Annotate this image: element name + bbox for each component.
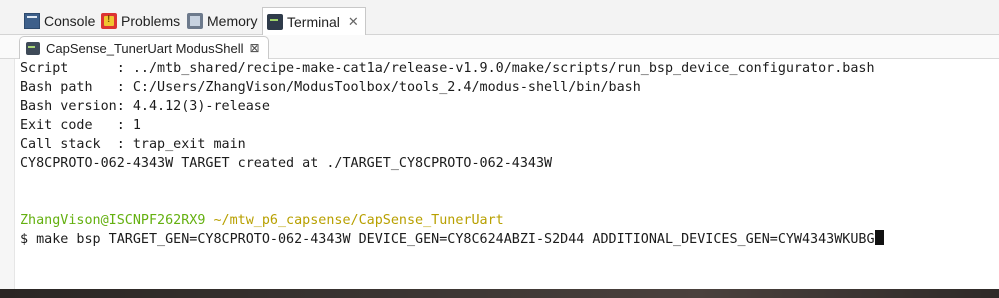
problems-icon xyxy=(101,13,117,29)
terminal-line: CY8CPROTO-062-4343W TARGET created at ./… xyxy=(20,156,553,171)
prompt-path: ~/mtw_p6_capsense/CapSense_TunerUart xyxy=(213,213,504,228)
terminal-line: Exit code : 1 xyxy=(20,118,141,133)
shell-icon xyxy=(26,41,40,55)
tab-terminal[interactable]: Terminal ✕ xyxy=(262,7,366,35)
shell-prompt: ZhangVison@ISCNPF262RX9 ~/mtw_p6_capsens… xyxy=(20,211,995,230)
terminal-session-tab-bar: CapSense_TunerUart ModusShell ⊠ xyxy=(0,35,999,59)
tab-problems-label: Problems xyxy=(121,13,181,29)
tab-terminal-label: Terminal xyxy=(287,13,340,30)
desktop-background-strip xyxy=(0,289,999,298)
terminal-output[interactable]: Script : ../mtb_shared/recipe-make-cat1a… xyxy=(20,59,995,289)
tab-console-label: Console xyxy=(44,13,96,29)
close-session-icon[interactable]: ⊠ xyxy=(250,41,260,55)
text-cursor xyxy=(874,230,884,245)
tab-problems[interactable]: Problems xyxy=(101,8,180,34)
terminal-line: Bash path : C:/Users/ZhangVison/ModusToo… xyxy=(20,80,641,95)
command-text: $ make bsp TARGET_GEN=CY8CPROTO-062-4343… xyxy=(20,232,875,247)
terminal-icon xyxy=(267,13,283,30)
editor-gutter xyxy=(0,59,15,289)
tab-memory[interactable]: Memory xyxy=(187,8,258,34)
command-line[interactable]: $ make bsp TARGET_GEN=CY8CPROTO-062-4343… xyxy=(20,230,995,249)
terminal-line: Script : ../mtb_shared/recipe-make-cat1a… xyxy=(20,61,875,76)
memory-icon xyxy=(187,13,203,29)
session-tab-label: CapSense_TunerUart ModusShell xyxy=(46,40,244,56)
terminal-line: Bash version: 4.4.12(3)-release xyxy=(20,99,270,114)
terminal-line: Call stack : trap_exit main xyxy=(20,137,246,152)
prompt-user: ZhangVison@ISCNPF262RX9 xyxy=(20,213,206,228)
console-icon xyxy=(24,13,40,29)
tab-memory-label: Memory xyxy=(207,13,258,29)
close-icon[interactable]: ✕ xyxy=(348,14,359,30)
tab-terminal-session[interactable]: CapSense_TunerUart ModusShell ⊠ xyxy=(19,36,269,59)
view-tab-bar: Console Problems Memory Terminal ✕ xyxy=(0,0,999,35)
tab-console[interactable]: Console xyxy=(24,8,95,34)
